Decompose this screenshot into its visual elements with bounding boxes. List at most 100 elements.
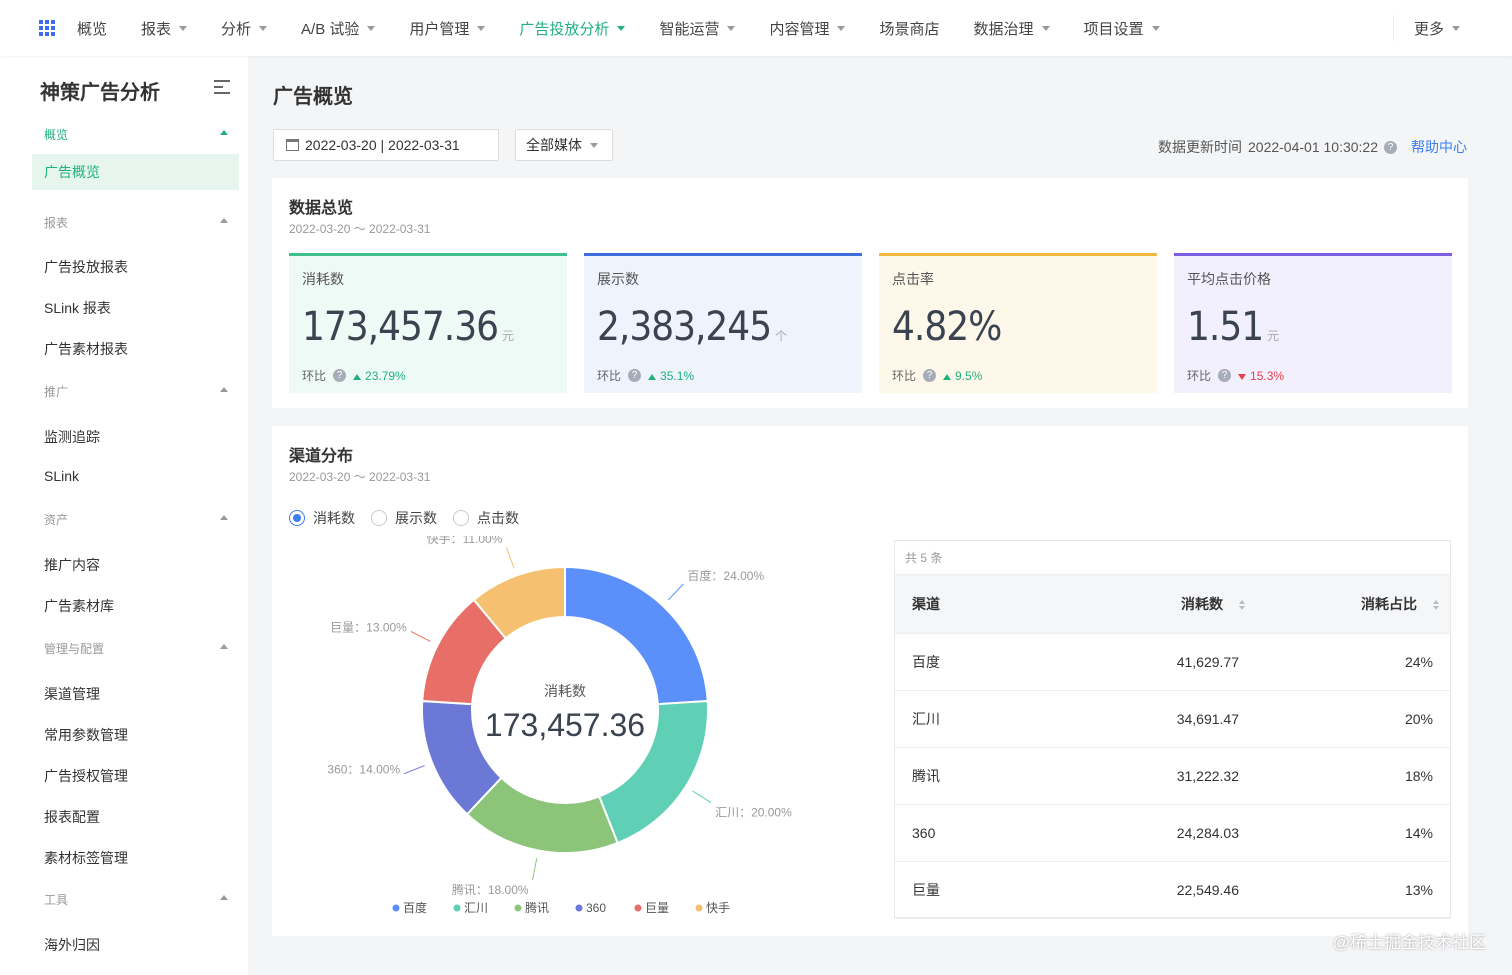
radio-2[interactable]: 点击数 bbox=[453, 508, 519, 528]
update-time: 2022-04-01 10:30:22 bbox=[1248, 139, 1378, 155]
sidebar-item[interactable]: 渠道管理 bbox=[44, 684, 100, 704]
nav-item[interactable]: 项目设置 bbox=[1084, 18, 1160, 39]
nav-more[interactable]: 更多 bbox=[1392, 15, 1460, 41]
kpi-value: 1.51 元 bbox=[1187, 304, 1279, 350]
table-cell: 汇川 bbox=[912, 711, 940, 727]
nav-more-label: 更多 bbox=[1413, 20, 1444, 38]
nav-item[interactable]: 用户管理 bbox=[409, 18, 486, 39]
radio-label: 展示数 bbox=[395, 510, 437, 526]
nav-item[interactable]: 智能运营 bbox=[659, 18, 736, 39]
radio-circle[interactable] bbox=[371, 510, 387, 526]
table-row: 360 24,284.03 14% bbox=[895, 805, 1450, 862]
sidebar: 神策广告分析 概览 广告概览 报表 广告投放报表 SLink 报表 广告素材报表 推广 监测追… bbox=[0, 56, 248, 975]
compare-label: 环比 bbox=[302, 369, 327, 383]
sidebar-group[interactable]: 概览 bbox=[44, 126, 230, 143]
chevron-down-icon bbox=[1452, 25, 1460, 35]
legend-dot bbox=[634, 904, 642, 912]
radio-circle[interactable] bbox=[289, 510, 305, 526]
label-leader-line bbox=[410, 631, 431, 642]
sidebar-item[interactable]: SLink bbox=[44, 468, 79, 484]
chevron-down-icon bbox=[259, 25, 268, 35]
sidebar-item[interactable]: 素材标签管理 bbox=[44, 848, 128, 868]
sidebar-item[interactable]: 海外归因 bbox=[44, 935, 100, 955]
media-select[interactable]: 全部媒体 bbox=[515, 129, 613, 161]
help-circle-icon[interactable]: ? bbox=[333, 369, 347, 382]
help-circle-icon[interactable]: ? bbox=[628, 369, 642, 382]
legend-label[interactable]: 百度 bbox=[403, 900, 427, 915]
radio-label: 消耗数 bbox=[313, 510, 355, 526]
nav-item[interactable]: 广告投放分析 bbox=[519, 18, 626, 39]
donut-slice-百度[interactable] bbox=[564, 565, 709, 706]
label-leader-line bbox=[668, 583, 684, 601]
channel-table: 共 5 条 渠道 消耗数 消耗占比 百度 41,629.77 24% 汇川 34,691… bbox=[894, 540, 1451, 919]
label-leader-line bbox=[403, 765, 425, 775]
chevron-up-icon bbox=[220, 644, 228, 649]
sidebar-item[interactable]: SLink 报表 bbox=[44, 298, 111, 318]
sidebar-group-label: 工具 bbox=[44, 893, 69, 907]
kpi-value: 173,457.36 元 bbox=[302, 304, 514, 350]
nav-item-label: 智能运营 bbox=[659, 20, 720, 38]
sidebar-group[interactable]: 管理与配置 bbox=[44, 640, 230, 657]
help-circle-icon[interactable]: ? bbox=[1218, 369, 1232, 382]
sidebar-item[interactable]: 监测追踪 bbox=[44, 427, 100, 447]
sidebar-group[interactable]: 资产 bbox=[44, 511, 230, 528]
apps-grid-icon[interactable] bbox=[39, 20, 55, 36]
date-range-picker[interactable]: 2022-03-20 | 2022-03-31 bbox=[273, 129, 499, 161]
donut-center-label: 消耗数 bbox=[544, 683, 586, 699]
legend-label[interactable]: 巨量 bbox=[645, 901, 669, 915]
kpi-change-value: 23.79% bbox=[365, 368, 406, 383]
legend-label[interactable]: 腾讯 bbox=[525, 900, 549, 915]
sidebar-group-label: 资产 bbox=[44, 513, 69, 527]
nav-item[interactable]: 内容管理 bbox=[769, 18, 846, 39]
kpi-card: 点击率 4.82% 环比? 9.5% bbox=[879, 253, 1157, 393]
nav-item[interactable]: 分析 bbox=[221, 18, 268, 39]
help-circle-icon[interactable]: ? bbox=[1384, 140, 1397, 154]
chevron-down-icon bbox=[727, 25, 736, 35]
sort-icon[interactable] bbox=[1231, 600, 1245, 611]
top-navigation: 概览 报表 分析 A/B 试验 用户管理 广告投放分析 智能运营 内容管理 场景商店 数据治理 项目… bbox=[0, 0, 1512, 56]
sidebar-item[interactable]: 广告素材库 bbox=[44, 596, 114, 616]
radio-0[interactable]: 消耗数 bbox=[289, 508, 355, 528]
sidebar-item[interactable]: 广告授权管理 bbox=[44, 766, 128, 786]
chevron-up-icon bbox=[220, 130, 228, 135]
sidebar-group-label: 报表 bbox=[44, 216, 69, 230]
channel-card: 渠道分布 2022-03-20 ～ 2022-03-31 消耗数 展示数 点击数 百… bbox=[272, 426, 1468, 936]
sidebar-group[interactable]: 工具 bbox=[44, 891, 230, 908]
sidebar-item[interactable]: 推广内容 bbox=[44, 555, 100, 575]
nav-item[interactable]: 概览 bbox=[77, 18, 107, 39]
kpi-card: 展示数 2,383,245 个环比? 35.1% bbox=[584, 253, 862, 393]
sidebar-item[interactable]: 常用参数管理 bbox=[44, 725, 128, 745]
sidebar-group[interactable]: 推广 bbox=[44, 383, 230, 400]
help-circle-icon[interactable]: ? bbox=[923, 369, 937, 382]
sidebar-item[interactable]: 报表配置 bbox=[44, 807, 100, 827]
kpi-compare: 环比? 35.1% bbox=[597, 367, 694, 384]
nav-item[interactable]: 报表 bbox=[141, 18, 188, 39]
slice-label: 腾讯：18.00% bbox=[452, 882, 529, 897]
table-cell: 20% bbox=[1404, 711, 1433, 727]
legend-label[interactable]: 汇川 bbox=[464, 901, 488, 915]
sidebar-item[interactable]: 广告素材报表 bbox=[44, 339, 128, 359]
header-share-label: 消耗占比 bbox=[1361, 596, 1417, 612]
collapse-sidebar-icon[interactable] bbox=[214, 80, 230, 94]
nav-item[interactable]: 场景商店 bbox=[879, 18, 939, 39]
slice-label: 百度：24.00% bbox=[687, 568, 764, 583]
help-center-link[interactable]: 帮助中心 bbox=[1411, 137, 1467, 157]
radio-circle[interactable] bbox=[453, 510, 469, 526]
arrow-up-icon bbox=[353, 373, 362, 380]
header-spend[interactable]: 消耗数 bbox=[1082, 594, 1245, 614]
legend-label[interactable]: 360 bbox=[586, 901, 606, 915]
label-leader-line bbox=[505, 547, 515, 569]
nav-item[interactable]: 数据治理 bbox=[973, 18, 1050, 39]
radio-1[interactable]: 展示数 bbox=[371, 508, 437, 528]
arrow-up-icon bbox=[943, 373, 952, 380]
kpi-label: 点击率 bbox=[892, 271, 934, 287]
kpi-compare: 环比? 9.5% bbox=[892, 367, 982, 384]
sidebar-item[interactable]: 广告概览 bbox=[32, 154, 239, 190]
legend-label[interactable]: 快手 bbox=[706, 901, 730, 915]
header-share[interactable]: 消耗占比 bbox=[1239, 594, 1439, 614]
sidebar-item[interactable]: 广告投放报表 bbox=[44, 257, 128, 277]
sidebar-group[interactable]: 报表 bbox=[44, 214, 230, 231]
sort-icon[interactable] bbox=[1425, 600, 1439, 611]
table-cell: 百度 bbox=[912, 654, 940, 670]
nav-item[interactable]: A/B 试验 bbox=[301, 18, 376, 39]
